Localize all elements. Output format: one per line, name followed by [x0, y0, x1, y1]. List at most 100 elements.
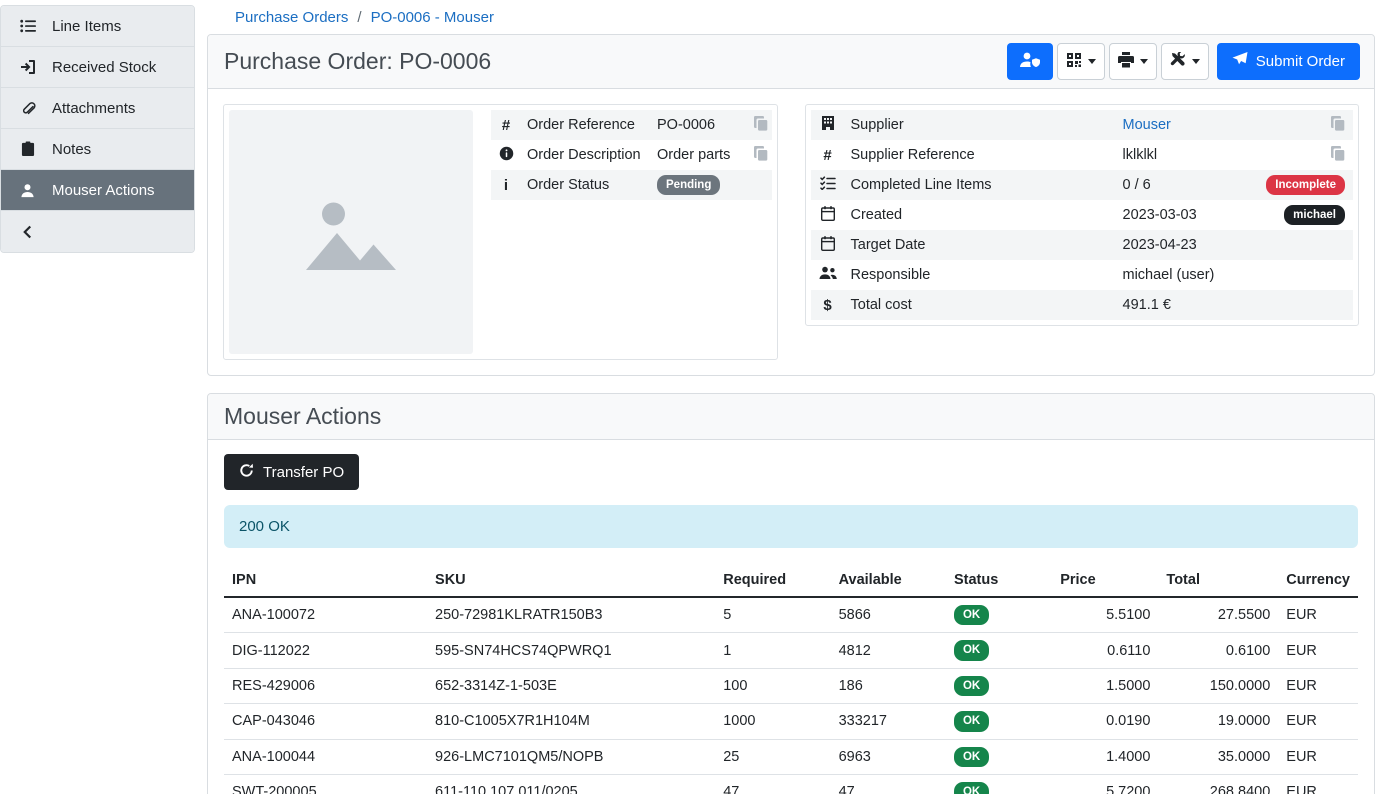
qr-code-icon: [1066, 52, 1082, 72]
cell-total: 35.0000: [1158, 739, 1278, 774]
cell-currency: EUR: [1278, 668, 1358, 703]
sidebar: Line Items Received Stock Attachments No…: [0, 0, 195, 253]
cell-currency: EUR: [1278, 739, 1358, 774]
cell-total: 27.5500: [1158, 597, 1278, 633]
cell-required: 5: [715, 597, 830, 633]
sidebar-item-label: Mouser Actions: [52, 182, 155, 199]
ok-badge: OK: [954, 782, 989, 794]
sidebar-item-label: Line Items: [52, 18, 121, 35]
supplier-details-card: Supplier Mouser # Supplier Reference lkl…: [805, 104, 1360, 326]
sidebar-item-label: Received Stock: [52, 59, 156, 76]
detail-value: 491.1 €: [1117, 290, 1242, 320]
order-details-card: # Order Reference PO-0006 Order Descript…: [223, 104, 778, 360]
column-header-available: Available: [831, 564, 946, 597]
cell-available: 333217: [831, 704, 946, 739]
cell-sku: 810-C1005X7R1H104M: [427, 704, 715, 739]
detail-row-order-status: i Order Status Pending: [491, 170, 772, 200]
breadcrumb-link-purchase-orders[interactable]: Purchase Orders: [235, 9, 348, 26]
cell-currency: EUR: [1278, 633, 1358, 668]
sidebar-collapse-button[interactable]: [1, 211, 194, 252]
caret-down-icon: [1192, 59, 1200, 64]
order-image-placeholder[interactable]: [229, 110, 473, 354]
refresh-icon: [239, 463, 254, 482]
detail-label: Order Reference: [521, 110, 651, 140]
column-header-sku: SKU: [427, 564, 715, 597]
cell-required: 1000: [715, 704, 830, 739]
print-dropdown-button[interactable]: [1109, 43, 1157, 80]
caret-down-icon: [1140, 59, 1148, 64]
detail-value: Order parts: [651, 140, 746, 170]
sidebar-item-mouser-actions[interactable]: Mouser Actions: [1, 170, 194, 211]
chevron-left-icon: [19, 225, 36, 239]
barcode-dropdown-button[interactable]: [1057, 43, 1105, 80]
calendar-icon: [821, 209, 835, 225]
table-row: DIG-112022 595-SN74HCS74QPWRQ1 1 4812 OK…: [224, 633, 1358, 668]
submit-order-button[interactable]: Submit Order: [1217, 43, 1360, 80]
order-details-section: # Order Reference PO-0006 Order Descript…: [208, 89, 1374, 375]
table-header-row: IPN SKU Required Available Status Price …: [224, 564, 1358, 597]
ok-badge: OK: [954, 711, 989, 731]
sidebar-item-notes[interactable]: Notes: [1, 129, 194, 170]
column-header-total: Total: [1158, 564, 1278, 597]
purchase-order-panel-header: Purchase Order: PO-0006: [208, 35, 1374, 89]
main-content: Purchase Orders / PO-0006 - Mouser Purch…: [195, 0, 1383, 794]
submit-order-label: Submit Order: [1256, 53, 1345, 70]
table-row: SWT-200005 611-110.107.011/0205 47 47 OK…: [224, 774, 1358, 794]
cell-currency: EUR: [1278, 774, 1358, 794]
list-icon: [19, 18, 36, 34]
transfer-po-button[interactable]: Transfer PO: [224, 454, 359, 490]
status-alert: 200 OK: [224, 505, 1358, 548]
detail-row-target-date: Target Date 2023-04-23: [811, 230, 1354, 260]
cell-sku: 595-SN74HCS74QPWRQ1: [427, 633, 715, 668]
building-icon: [822, 118, 834, 134]
detail-label: Responsible: [845, 260, 1117, 290]
cell-ipn: ANA-100072: [224, 597, 427, 633]
detail-row-completed-line-items: Completed Line Items 0 / 6 Incomplete: [811, 170, 1354, 200]
cell-available: 6963: [831, 739, 946, 774]
cell-price: 5.7200: [1052, 774, 1158, 794]
sidebar-item-attachments[interactable]: Attachments: [1, 88, 194, 129]
detail-row-total-cost: $ Total cost 491.1 €: [811, 290, 1354, 320]
mouser-actions-body: Transfer PO 200 OK IPN SKU Required Avai…: [208, 440, 1374, 794]
sidebar-item-label: Attachments: [52, 100, 135, 117]
user-badge: michael: [1284, 205, 1345, 225]
detail-row-supplier: Supplier Mouser: [811, 110, 1354, 140]
order-actions-toolbar: Submit Order: [1007, 43, 1360, 80]
cell-total: 0.6100: [1158, 633, 1278, 668]
mouser-actions-panel-header: Mouser Actions: [208, 394, 1374, 440]
cell-total: 150.0000: [1158, 668, 1278, 703]
detail-row-created: Created 2023-03-03 michael: [811, 200, 1354, 230]
cell-sku: 611-110.107.011/0205: [427, 774, 715, 794]
cell-total: 19.0000: [1158, 704, 1278, 739]
transfer-po-label: Transfer PO: [263, 464, 344, 481]
sidebar-item-received-stock[interactable]: Received Stock: [1, 47, 194, 88]
cell-required: 100: [715, 668, 830, 703]
sidebar-item-line-items[interactable]: Line Items: [1, 6, 194, 47]
cell-sku: 926-LMC7101QM5/NOPB: [427, 739, 715, 774]
copy-icon[interactable]: [754, 146, 768, 161]
ok-badge: OK: [954, 747, 989, 767]
hash-icon: #: [502, 117, 510, 134]
user-actions-button[interactable]: [1007, 43, 1053, 80]
copy-icon[interactable]: [1331, 146, 1345, 161]
breadcrumb: Purchase Orders / PO-0006 - Mouser: [207, 0, 1375, 34]
detail-value: PO-0006: [651, 110, 746, 140]
order-options-dropdown-button[interactable]: [1161, 43, 1209, 80]
paper-plane-icon: [1232, 52, 1248, 71]
cell-ipn: DIG-112022: [224, 633, 427, 668]
column-header-status: Status: [946, 564, 1052, 597]
status-badge: Pending: [657, 175, 720, 195]
cell-price: 0.6110: [1052, 633, 1158, 668]
cell-price: 0.0190: [1052, 704, 1158, 739]
cell-ipn: ANA-100044: [224, 739, 427, 774]
user-shield-icon: [1019, 51, 1041, 72]
breadcrumb-link-current-order[interactable]: PO-0006 - Mouser: [371, 9, 494, 26]
copy-icon[interactable]: [1331, 116, 1345, 131]
detail-value: michael (user): [1117, 260, 1242, 290]
clipboard-icon: [19, 141, 36, 157]
copy-icon[interactable]: [754, 116, 768, 131]
app-root: Line Items Received Stock Attachments No…: [0, 0, 1383, 794]
column-header-currency: Currency: [1278, 564, 1358, 597]
list-check-icon: [820, 178, 836, 194]
supplier-link[interactable]: Mouser: [1123, 117, 1171, 133]
